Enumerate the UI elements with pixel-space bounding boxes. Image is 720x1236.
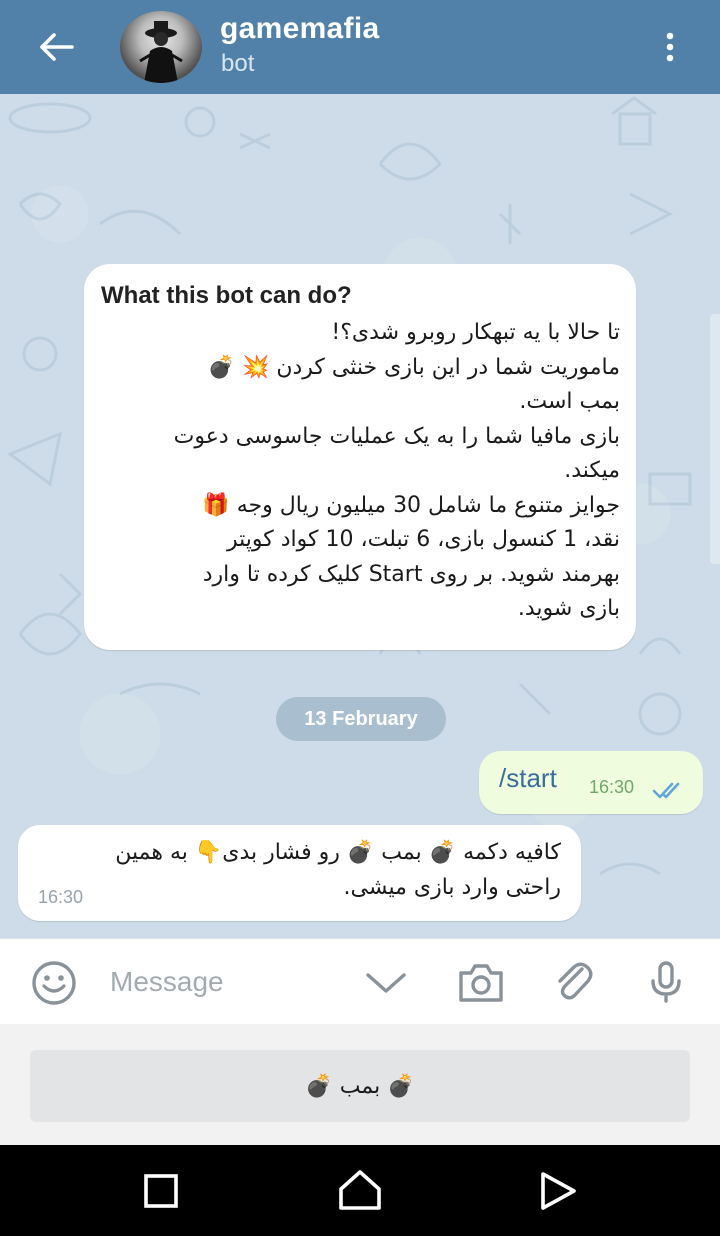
description-line: تا حالا با یه تبهکار روبرو شدی؟! (331, 320, 620, 345)
chat-subtitle: bot (221, 50, 255, 77)
home-button[interactable] (337, 1169, 383, 1215)
paperclip-icon (558, 962, 593, 1000)
message-line: کافیه دکمه 💣 بمب 💣 رو فشار بدی👇 به همین (115, 840, 561, 865)
message-time: 16:30 (589, 777, 635, 797)
bot-info-title: What this bot can do? (101, 282, 352, 309)
smiley-icon (32, 961, 76, 1005)
expand-button[interactable] (362, 963, 410, 1007)
message-line: راحتی وارد بازی میشی. (343, 875, 562, 900)
description-line: نقد، 1 کنسول بازی، 6 تبلت، 10 کواد کوپتر (227, 527, 620, 552)
play-triangle-icon (541, 1172, 576, 1210)
message-composer (0, 938, 720, 1024)
description-line: میکند. (564, 458, 620, 483)
microphone-button[interactable] (646, 959, 686, 1009)
emoji-button[interactable] (30, 961, 78, 1009)
message-time: 16:30 (38, 887, 84, 907)
description-line: بمب است. (519, 389, 620, 414)
system-nav-bar (0, 1145, 720, 1236)
date-separator: 13 February (276, 697, 446, 741)
menu-button[interactable] (650, 24, 690, 70)
bomb-button[interactable]: 💣 بمب 💣 (30, 1050, 690, 1122)
nav-back-button[interactable] (538, 1171, 578, 1215)
chat-title: gamemafia (220, 12, 380, 45)
message-input[interactable] (110, 955, 330, 1009)
double-check-icon (652, 782, 680, 799)
description-line: جوایز متنوع ما شامل 30 میلیون ریال وجه 🎁 (202, 492, 620, 518)
chevron-down-icon (366, 973, 406, 993)
arrow-left-icon (40, 33, 74, 61)
chat-header: gamemafia bot (0, 0, 720, 94)
description-line: ماموریت شما در این بازی خنثی کردن 💥 💣 (207, 354, 620, 380)
scroll-indicator[interactable] (710, 314, 720, 564)
message-text: /start (499, 763, 557, 793)
message-text: کافیه دکمه 💣 بمب 💣 رو فشار بدی👇 به همین … (41, 835, 561, 905)
avatar[interactable] (120, 11, 202, 83)
back-button[interactable] (28, 24, 84, 70)
incoming-message[interactable]: کافیه دکمه 💣 بمب 💣 رو فشار بدی👇 به همین … (18, 825, 581, 921)
description-line: بازی شوید. (517, 596, 620, 621)
camera-button[interactable] (456, 961, 506, 1009)
home-icon (339, 1170, 381, 1210)
square-icon (144, 1174, 178, 1208)
description-line: بازی مافیا شما را به یک عملیات جاسوسی دع… (173, 423, 620, 449)
bot-info-card: What this bot can do? تا حالا با یه تبهک… (84, 264, 636, 650)
description-line: بهرمند شوید. بر روی Start کلیک کرده تا و… (202, 561, 620, 587)
camera-icon (459, 964, 503, 1002)
outgoing-message[interactable]: /start 16:30 (479, 751, 703, 814)
microphone-icon (651, 961, 681, 1003)
attach-button[interactable] (552, 959, 596, 1009)
more-vert-icon (666, 32, 674, 62)
bot-keyboard: 💣 بمب 💣 (0, 1024, 720, 1145)
recent-apps-button[interactable] (143, 1173, 179, 1213)
bot-info-description: تا حالا با یه تبهکار روبرو شدی؟! ماموریت… (98, 316, 620, 627)
